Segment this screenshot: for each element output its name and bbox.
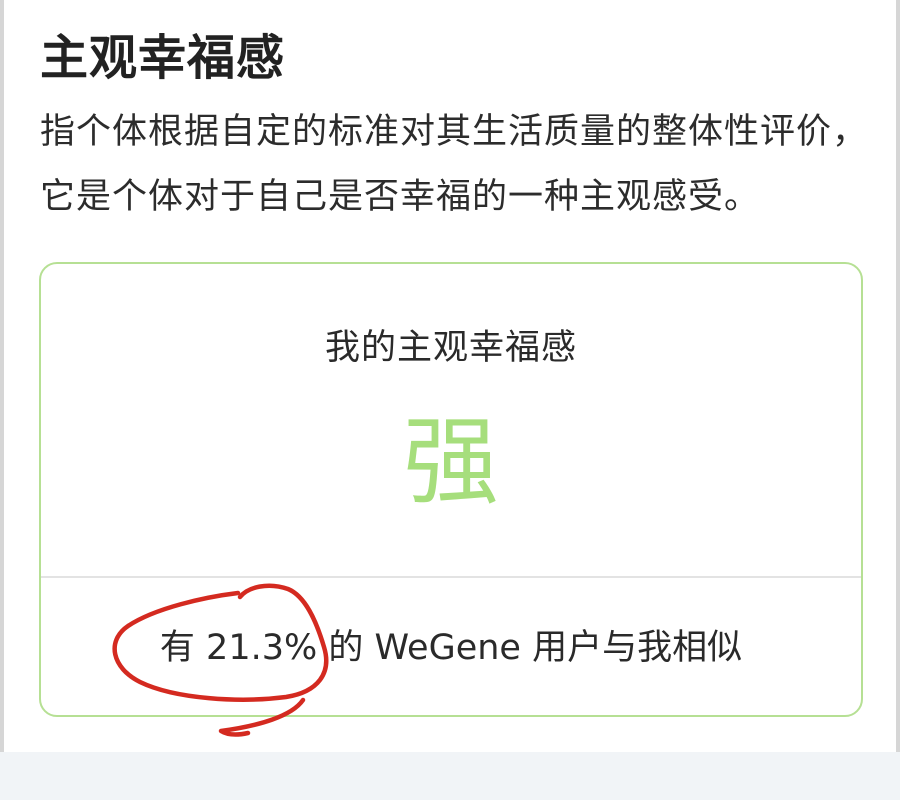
- section-description: 指个体根据自定的标准对其生活质量的整体性评价，它是个体对于自己是否幸福的一种主观…: [40, 112, 869, 217]
- similarity-prefix: 有: [159, 628, 207, 668]
- similarity-statement: 有 21.3% 的 WeGene 用户与我相似: [41, 624, 861, 672]
- card-title: 我的主观幸福感: [324, 328, 577, 368]
- section-title: 主观幸福感: [40, 30, 286, 86]
- content-panel: 主观幸福感 指个体根据自定的标准对其生活质量的整体性评价，它是个体对于自己是否幸…: [0, 0, 900, 752]
- similarity-suffix: 的 WeGene 用户与我相似: [317, 628, 743, 668]
- card-divider: [41, 576, 861, 578]
- result-card: 我的主观幸福感 强 有 21.3% 的 WeGene 用户与我相似: [39, 262, 863, 717]
- result-level: 强: [403, 406, 499, 518]
- left-edge: [0, 0, 4, 752]
- similarity-percentage: 21.3%: [206, 628, 318, 668]
- right-edge: [896, 0, 900, 752]
